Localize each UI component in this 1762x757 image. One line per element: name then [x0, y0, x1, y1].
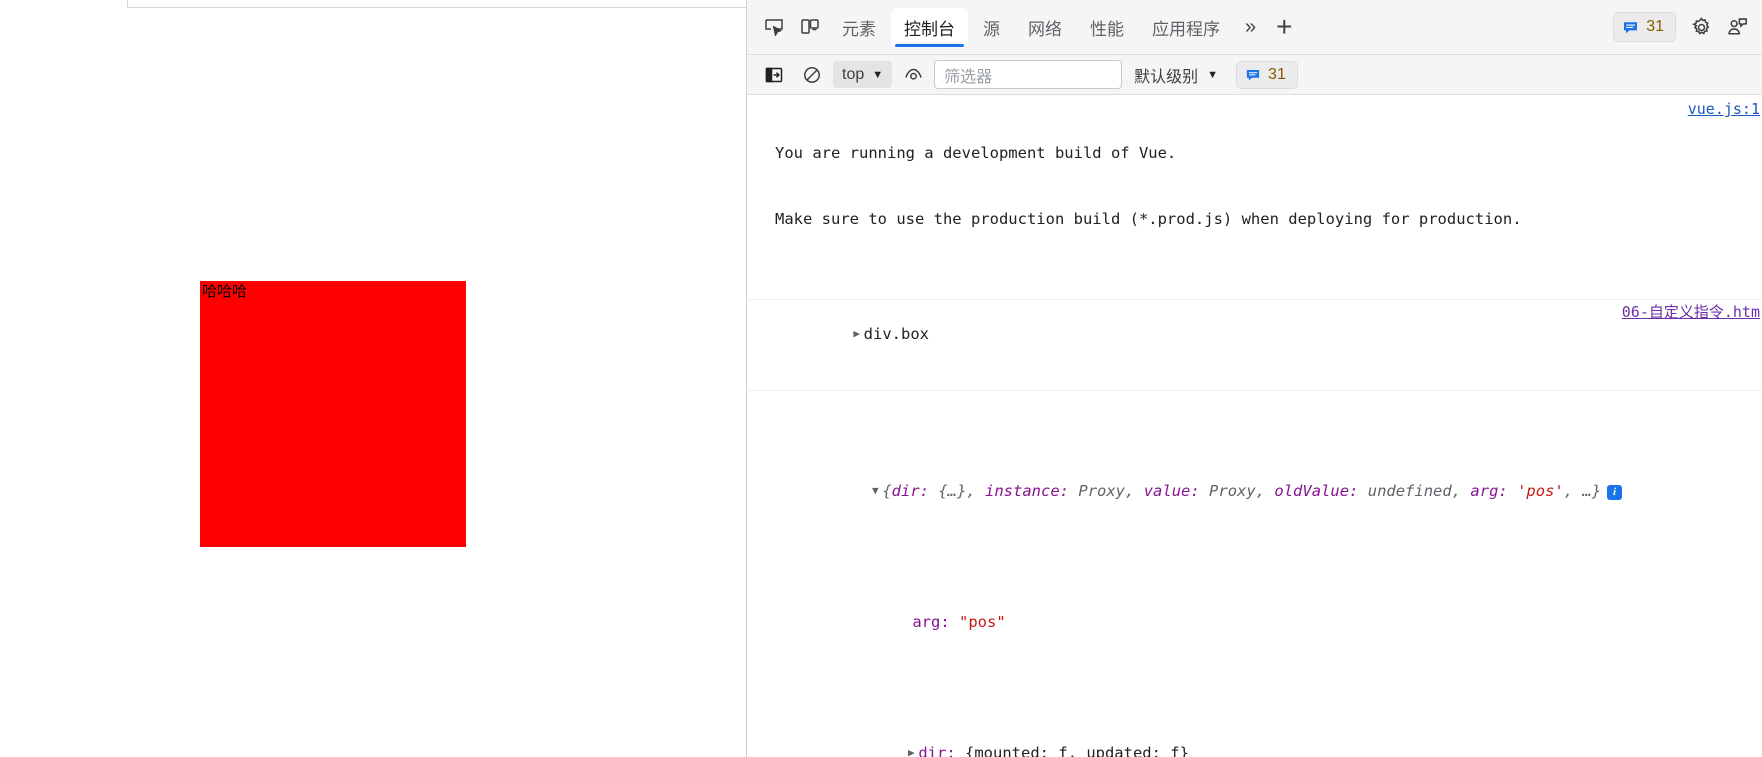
- more-tabs-label: »: [1245, 15, 1257, 38]
- info-icon[interactable]: i: [1607, 485, 1623, 500]
- devtools-panel: 元素 控制台 源 网络 性能 应用程序 » + 31 top ▼ 筛选器 默认级…: [746, 0, 1762, 757]
- box-text: 哈哈哈: [202, 283, 248, 300]
- devtools-toolbar: 元素 控制台 源 网络 性能 应用程序 » + 31: [747, 0, 1762, 55]
- summary-val-instance: Proxy,: [1078, 482, 1135, 500]
- expand-arrow-icon[interactable]: ▶: [850, 323, 864, 345]
- tab-label: 应用程序: [1152, 19, 1220, 39]
- console-message-element[interactable]: ▶ div.box 06-自定义指令.htm: [747, 300, 1762, 391]
- summary-key-dir: dir:: [891, 482, 929, 500]
- collapse-arrow-icon[interactable]: ▼: [868, 480, 882, 502]
- execution-context-select[interactable]: top ▼: [833, 61, 893, 88]
- tab-label: 控制台: [904, 19, 955, 39]
- console-sidebar-icon[interactable]: [757, 58, 791, 92]
- device-toolbar-icon[interactable]: [793, 10, 827, 44]
- chevron-down-icon: ▼: [872, 68, 884, 81]
- tab-label: 性能: [1090, 19, 1124, 39]
- source-link-element[interactable]: 06-自定义指令.htm: [1622, 301, 1760, 323]
- summary-val-arg: 'pos': [1517, 482, 1564, 500]
- chat-bubble-icon: [1246, 69, 1260, 80]
- browser-chrome-edge: [0, 0, 746, 8]
- summary-key-oldvalue: oldValue:: [1274, 482, 1359, 500]
- source-link-vue[interactable]: vue.js:1: [1688, 98, 1760, 120]
- message-count-badge[interactable]: 31: [1613, 12, 1676, 42]
- clear-console-icon[interactable]: [795, 58, 829, 92]
- add-tab-label: +: [1276, 11, 1293, 42]
- filter-message-count-badge[interactable]: 31: [1236, 60, 1298, 89]
- brace-open: {: [882, 482, 892, 500]
- tab-console[interactable]: 控制台: [891, 8, 968, 47]
- summary-val-dir: {…},: [938, 482, 976, 500]
- tab-application[interactable]: 应用程序: [1139, 8, 1233, 46]
- warning-line-2: Make sure to use the production build (*…: [775, 210, 1522, 228]
- object-property-dir[interactable]: ▶ dir: {mounted: ƒ, updated: ƒ}: [775, 721, 1762, 757]
- gear-icon[interactable]: [1684, 10, 1718, 44]
- console-message-vue-warning[interactable]: You are running a development build of V…: [747, 95, 1762, 300]
- inspect-cursor-icon[interactable]: [757, 10, 791, 44]
- red-box-element[interactable]: 哈哈哈: [200, 281, 466, 547]
- web-page-viewport: 哈哈哈: [0, 0, 746, 757]
- property-key: arg:: [912, 612, 950, 631]
- tab-network[interactable]: 网络: [1015, 8, 1075, 46]
- browser-tab-stub[interactable]: [0, 0, 128, 8]
- object-property-arg[interactable]: arg: "pos": [775, 590, 1762, 655]
- console-message-object[interactable]: ▼ {dir: {…}, instance: Proxy, value: Prox…: [747, 391, 1762, 757]
- chevron-down-icon: ▼: [1207, 68, 1219, 81]
- summary-val-value: Proxy,: [1209, 482, 1266, 500]
- add-tab-button[interactable]: +: [1268, 13, 1300, 41]
- message-count: 31: [1646, 18, 1664, 35]
- property-value: {mounted: ƒ, updated: ƒ}: [965, 744, 1189, 757]
- log-level-select[interactable]: 默认级别 ▼: [1126, 61, 1226, 88]
- summary-val-oldvalue: undefined,: [1367, 482, 1462, 500]
- summary-key-value: value:: [1143, 482, 1200, 500]
- object-summary-line[interactable]: ▼ {dir: {…}, instance: Proxy, value: Prox…: [775, 458, 1762, 524]
- message-count: 31: [1268, 65, 1286, 83]
- summary-tail: , …}: [1563, 482, 1602, 500]
- expand-arrow-icon[interactable]: ▶: [904, 742, 918, 757]
- property-value: "pos": [959, 612, 1006, 631]
- warning-line-1: You are running a development build of V…: [775, 144, 1177, 162]
- tab-label: 源: [983, 19, 1000, 39]
- element-text: div.box: [863, 325, 929, 343]
- tab-label: 元素: [842, 19, 876, 39]
- property-key: dir:: [918, 744, 956, 757]
- console-filter-toolbar: top ▼ 筛选器 默认级别 ▼ 31: [747, 55, 1762, 95]
- more-tabs-icon[interactable]: »: [1235, 16, 1266, 39]
- summary-key-instance: instance:: [985, 482, 1070, 500]
- tab-sources[interactable]: 源: [970, 8, 1013, 46]
- tab-label: 网络: [1028, 19, 1062, 39]
- filter-placeholder: 筛选器: [944, 68, 993, 86]
- live-expression-icon[interactable]: [896, 58, 930, 92]
- filter-input[interactable]: 筛选器: [934, 60, 1123, 89]
- tab-elements[interactable]: 元素: [829, 8, 889, 46]
- feedback-icon[interactable]: [1720, 10, 1754, 44]
- console-message-list[interactable]: You are running a development build of V…: [747, 95, 1762, 757]
- tab-performance[interactable]: 性能: [1077, 8, 1137, 46]
- log-level-label: 默认级别: [1134, 68, 1199, 86]
- screenshot-root: 哈哈哈 元素 控制台 源 网络 性能 应用程序 » + 31 top ▼ 筛选器…: [0, 0, 1762, 757]
- summary-key-arg: arg:: [1470, 482, 1508, 500]
- execution-context-label: top: [842, 65, 865, 83]
- chat-bubble-icon: [1624, 21, 1638, 33]
